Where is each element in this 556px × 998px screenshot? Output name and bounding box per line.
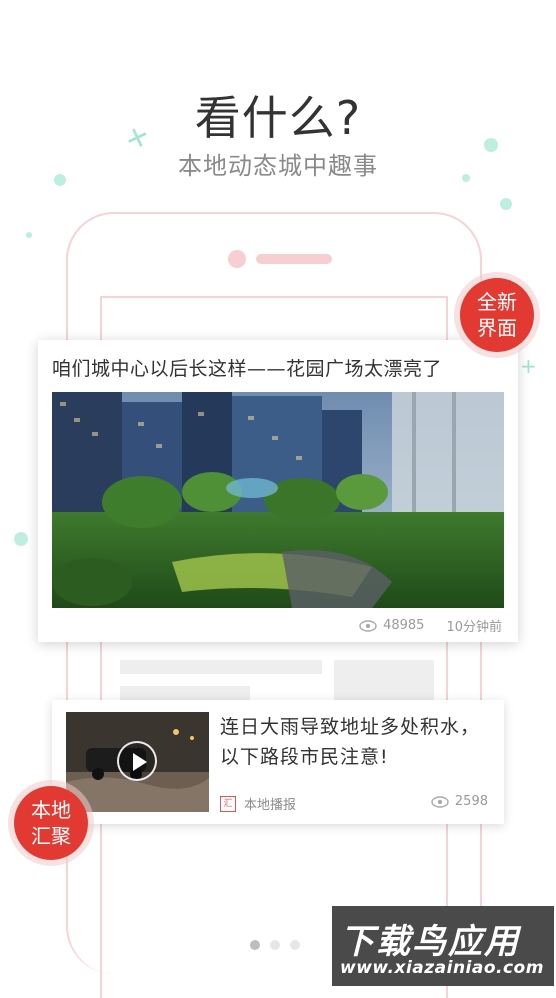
eye-icon: [431, 795, 449, 808]
page-indicator: [250, 940, 300, 950]
source-icon: 汇: [220, 795, 236, 812]
new-ui-badge: 全新界面: [460, 278, 534, 352]
watermark-title: 下载鸟应用: [340, 922, 520, 962]
page-dot[interactable]: [290, 940, 300, 950]
news-list-item[interactable]: 连日大雨导致地址多处积水，以下路段市民注意! 汇 本地播报 2598: [52, 700, 504, 824]
source-name: 本地播报: [244, 798, 297, 813]
news-source: 汇 本地播报: [220, 794, 296, 813]
views-value: 2598: [454, 794, 488, 809]
page-dot-active[interactable]: [250, 940, 260, 950]
new-ui-badge-label: 全新界面: [477, 290, 517, 340]
views-count: 48985: [359, 618, 424, 633]
eye-icon: [359, 619, 377, 632]
decor-dot: [14, 532, 28, 546]
page-subtitle: 本地动态城中趣事: [178, 152, 378, 180]
views-value: 48985: [383, 618, 425, 633]
featured-news-meta: 48985 10分钟前: [359, 616, 502, 635]
decor-cross-icon: +: [520, 354, 537, 378]
placeholder-bar: [120, 686, 250, 700]
decor-dot: [500, 198, 512, 210]
play-icon[interactable]: [117, 741, 157, 781]
views-count: 2598: [431, 794, 488, 809]
publish-time: 10分钟前: [446, 620, 502, 635]
news-thumbnail[interactable]: [66, 712, 209, 812]
featured-news-card[interactable]: 咱们城中心以后长这样——花园广场太漂亮了 48985 10分钟前: [38, 340, 518, 642]
local-badge: 本地汇聚: [14, 786, 88, 860]
watermark: 下载鸟应用 www.xiazainiao.com: [332, 906, 554, 986]
featured-news-image[interactable]: [52, 392, 504, 608]
decor-dot: [26, 232, 32, 238]
watermark-url: www.xiazainiao.com: [340, 958, 544, 978]
phone-speaker: [256, 254, 332, 264]
featured-news-title[interactable]: 咱们城中心以后长这样——花园广场太漂亮了: [52, 354, 512, 381]
placeholder-bar: [120, 660, 322, 674]
page-dot[interactable]: [270, 940, 280, 950]
local-badge-label: 本地汇聚: [31, 798, 71, 848]
news-title[interactable]: 连日大雨导致地址多处积水，以下路段市民注意!: [220, 712, 490, 772]
phone-camera-dot: [228, 250, 246, 268]
page-headline: 看什么?: [194, 91, 362, 145]
